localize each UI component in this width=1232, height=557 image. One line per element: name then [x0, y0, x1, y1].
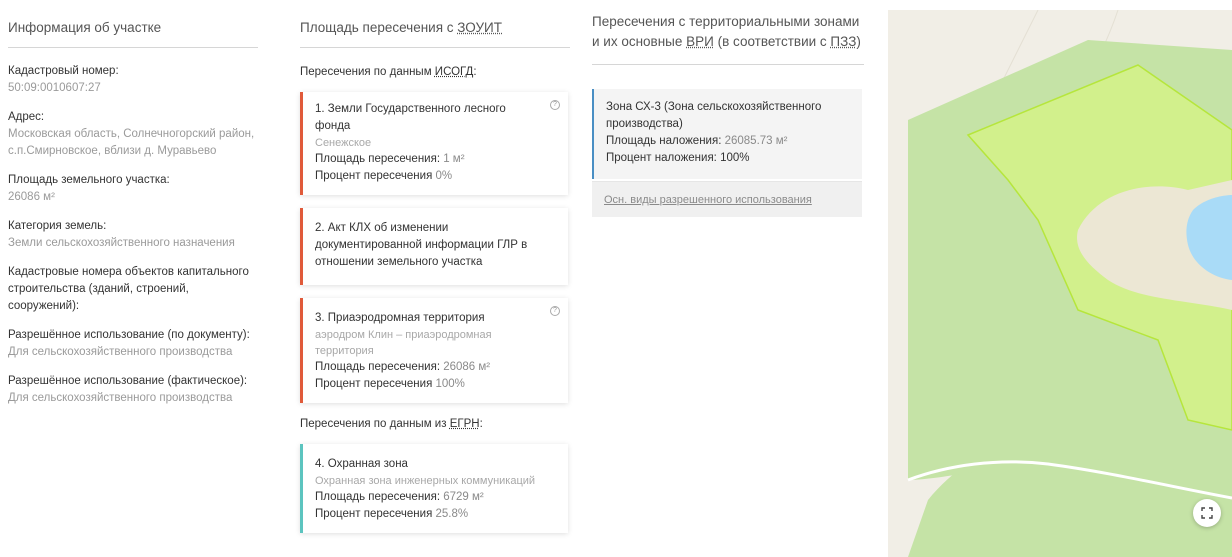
intersection-area-label: Площадь пересечения:: [315, 491, 444, 503]
address-label: Адрес:: [8, 111, 45, 123]
intersection-percent-value: 100%: [435, 378, 465, 390]
permitted-use-actual-label: Разрешённое использование (фактическое):: [8, 375, 248, 387]
overlay-percent: Процент наложения: 100%: [606, 150, 854, 167]
address-block: Адрес: Московская область, Солнечногорск…: [8, 109, 258, 160]
cadastral-number-label: Кадастровый номер:: [8, 65, 119, 77]
egrn-subheading-text: Пересечения по данным из: [300, 418, 450, 430]
intersection-area-value: 6729 м²: [443, 491, 484, 503]
parcel-area-value: 26086 м²: [8, 191, 55, 203]
intersection-area: Площадь пересечения: 26086 м²: [315, 359, 540, 376]
intersection-area: Площадь пересечения: 1 м²: [315, 151, 540, 168]
zone-name: Зона СХ-3 (Зона сельскохозяйственного пр…: [606, 101, 822, 130]
permitted-use-actual-block: Разрешённое использование (фактическое):…: [8, 373, 258, 407]
intersection-subtitle: Охранная зона инженерных коммуникаций: [315, 475, 536, 487]
intersection-card-protection-zone: 4. Охранная зона Охранная зона инженерны…: [300, 444, 568, 533]
egrn-subheading-colon: :: [479, 418, 483, 430]
intersection-percent: Процент пересечения 0%: [315, 168, 540, 185]
cadastral-number-block: Кадастровый номер: 50:09:0010607:27: [8, 63, 258, 97]
isogd-subheading-text: Пересечения по данным: [300, 66, 435, 78]
vri-abbr[interactable]: ВРИ: [686, 34, 714, 49]
overlay-area-value: 26085.73 м²: [724, 135, 788, 147]
intersection-area: Площадь пересечения: 6729 м²: [315, 489, 540, 506]
map-view[interactable]: [888, 10, 1232, 557]
land-category-label: Категория земель:: [8, 220, 107, 232]
overlay-percent-label: Процент наложения:: [606, 152, 721, 164]
overlay-area: Площадь наложения: 26085.73 м²: [606, 133, 854, 150]
permitted-use-doc-label: Разрешённое использование (по документу)…: [8, 329, 250, 341]
intersection-card-forest: ? 1. Земли Государственного лесного фонд…: [300, 92, 568, 195]
intersection-subtitle: Сенежское: [315, 137, 372, 149]
map-canvas[interactable]: [888, 10, 1232, 557]
intersection-percent: Процент пересечения 100%: [315, 376, 540, 393]
land-category-value: Земли сельскохозяйственного назначения: [8, 237, 235, 249]
zones-title-mid: (в соответствии с: [713, 34, 831, 49]
question-icon[interactable]: ?: [550, 100, 560, 110]
intersection-percent-label: Процент пересечения: [315, 508, 436, 520]
fullscreen-button[interactable]: [1193, 499, 1221, 527]
zone-card: Зона СХ-3 (Зона сельскохозяйственного пр…: [592, 89, 862, 179]
egrn-abbr[interactable]: ЕГРН: [450, 418, 480, 430]
permitted-use-actual-value: Для сельскохозяйственного производства: [8, 392, 233, 404]
parcel-area-label: Площадь земельного участка:: [8, 174, 170, 186]
intersection-title: 4. Охранная зона: [315, 458, 408, 470]
intersection-card-airfield: ? 3. Приаэродромная территория аэродром …: [300, 298, 568, 403]
zone-link-row: Осн. виды разрешенного использования: [592, 181, 862, 217]
intersection-percent-value: 25.8%: [435, 508, 469, 520]
isogd-subheading-colon: :: [473, 66, 477, 78]
parcel-info-title: Информация об участке: [8, 0, 258, 48]
land-category-block: Категория земель: Земли сельскохозяйстве…: [8, 218, 258, 252]
isogd-subheading: Пересечения по данным ИСОГД:: [300, 64, 570, 81]
permitted-use-doc-block: Разрешённое использование (по документу)…: [8, 327, 258, 361]
intersection-area-value: 26086 м²: [443, 361, 491, 373]
zouit-title: Площадь пересечения с ЗОУИТ: [300, 0, 570, 48]
intersection-percent-label: Процент пересечения: [315, 170, 436, 182]
zouit-title-text: Площадь пересечения с: [300, 20, 458, 35]
fullscreen-icon: [1201, 507, 1213, 519]
intersection-title: 1. Земли Государственного лесного фонда: [315, 103, 506, 132]
address-value: Московская область, Солнечногорский райо…: [8, 128, 255, 157]
intersection-area-value: 1 м²: [443, 153, 465, 165]
intersection-card-klh-act: 2. Акт КЛХ об изменении документированно…: [300, 208, 568, 285]
zones-title: Пересечения с территориальными зонами и …: [592, 0, 864, 65]
intersection-area-label: Площадь пересечения:: [315, 361, 444, 373]
zouit-abbr[interactable]: ЗОУИТ: [457, 20, 502, 35]
intersection-percent-value: 0%: [435, 170, 453, 182]
cadastral-number-value: 50:09:0010607:27: [8, 82, 101, 94]
intersection-percent-label: Процент пересечения: [315, 378, 436, 390]
zones-title-suffix: ): [856, 34, 861, 49]
capital-objects-label: Кадастровые номера объектов капитального…: [8, 266, 249, 312]
intersection-title: 2. Акт КЛХ об изменении документированно…: [315, 222, 528, 268]
intersection-percent: Процент пересечения 25.8%: [315, 506, 540, 523]
isogd-abbr[interactable]: ИСОГД: [435, 66, 474, 78]
zouit-column: Площадь пересечения с ЗОУИТ Пересечения …: [300, 0, 570, 546]
zones-column: Пересечения с территориальными зонами и …: [592, 0, 864, 217]
permitted-use-doc-value: Для сельскохозяйственного производства: [8, 346, 233, 358]
parcel-area-block: Площадь земельного участка: 26086 м²: [8, 172, 258, 206]
intersection-area-label: Площадь пересечения:: [315, 153, 444, 165]
intersection-title: 3. Приаэродромная территория: [315, 312, 485, 324]
permitted-uses-link[interactable]: Осн. виды разрешенного использования: [604, 194, 812, 206]
overlay-percent-value: 100%: [720, 152, 750, 164]
pzz-abbr[interactable]: ПЗЗ: [830, 34, 856, 49]
parcel-info-column: Информация об участке Кадастровый номер:…: [8, 0, 258, 419]
overlay-area-label: Площадь наложения:: [606, 135, 725, 147]
egrn-subheading: Пересечения по данным из ЕГРН:: [300, 416, 570, 433]
capital-objects-block: Кадастровые номера объектов капитального…: [8, 264, 258, 315]
question-icon[interactable]: ?: [550, 306, 560, 316]
intersection-subtitle: аэродром Клин – приаэродромная территори…: [315, 329, 492, 357]
